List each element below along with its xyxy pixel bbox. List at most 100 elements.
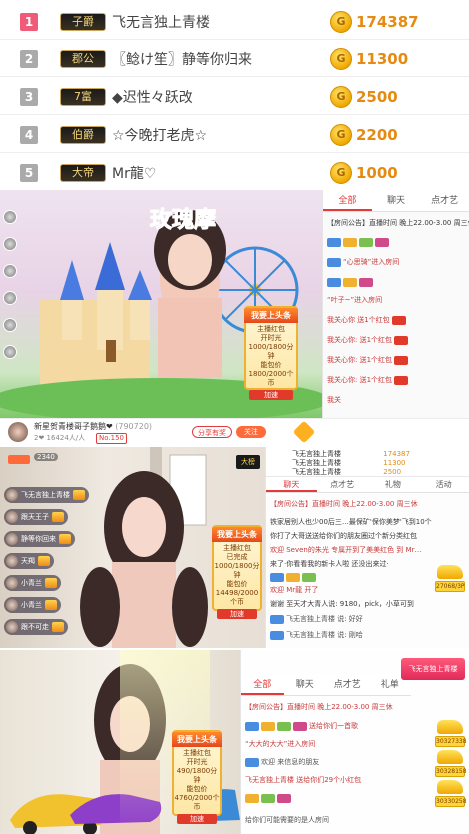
tab-events[interactable]: 活动	[418, 477, 469, 492]
chat-text: 给你们可能需要的是人房间	[245, 816, 329, 824]
noble-badge: 大帝	[60, 164, 106, 182]
headline-gift-card[interactable]: 我要上头条 主播红包 已完成 1000/1800分钟 能包价 14498/200…	[212, 525, 262, 619]
tab-all[interactable]: 全部	[241, 674, 284, 695]
avatar[interactable]	[8, 422, 28, 442]
chat-message: 欢迎 来信息的朋友	[245, 756, 319, 768]
medal-icon	[343, 277, 357, 287]
user-name: Mr龍♡	[112, 166, 157, 182]
viewer-avatar[interactable]	[3, 291, 17, 305]
medal-icon	[286, 572, 300, 582]
chat-text: 送给你们一首歌	[309, 722, 358, 730]
rank-number: 1	[20, 13, 38, 31]
viewer-avatar[interactable]	[3, 237, 17, 251]
live-room-panel-3: 我要上头条 主播红包 开时光 490/1800分钟 能包价 4760/2000个…	[0, 650, 469, 834]
gift-score: 2500	[356, 88, 398, 106]
viewer-avatar[interactable]	[3, 264, 17, 278]
gift-card-line: 1800/2000个币	[248, 370, 294, 387]
gift-icon	[45, 600, 57, 610]
tab-talent[interactable]: 点才艺	[326, 674, 369, 695]
tab-all[interactable]: 全部	[323, 190, 372, 211]
streamer-name: 新星贺青楼哥子鹅鹅❤ (790720)	[34, 422, 153, 431]
user-level-icon	[245, 721, 259, 731]
car-value-tag: 30328158	[435, 766, 467, 777]
viewer-avatar[interactable]	[3, 318, 17, 332]
gift-card-line: 14498/2000个币	[215, 589, 259, 606]
mini-leaderboard: 飞无言独上青楼 174387 飞无言独上青楼 11300 飞无言独上青楼 250…	[266, 447, 469, 477]
leaderboard-row[interactable]: 4 伯爵 ☆今晚打老虎☆ G 2200	[0, 117, 469, 153]
user-level-icon	[327, 257, 341, 267]
chat-text: 我关心你: 送1个红包	[327, 356, 393, 364]
live-tag	[8, 455, 30, 464]
user-name: 〖鲶け笙〗静等你归来	[112, 52, 252, 68]
chat-message	[245, 792, 291, 804]
red-packet-icon	[394, 375, 409, 385]
tab-talent[interactable]: 点才艺	[317, 477, 368, 492]
noble-badge: 7富	[60, 88, 106, 106]
user-level-icon	[327, 237, 341, 247]
follow-button[interactable]: 关注	[236, 426, 266, 438]
medal-icon	[245, 793, 259, 803]
chat-text: “大大的大大”进入房间	[245, 740, 316, 748]
rank-row[interactable]: 飞无言独上青楼 2500	[292, 467, 401, 477]
chat-message: 谢谢 至天才大青人说: 9180，pick，小草可到	[270, 600, 414, 608]
car-icon	[437, 750, 463, 764]
leaderboard-row[interactable]: 5 大帝 Mr龍♡ G 1000	[0, 155, 469, 191]
boost-button[interactable]: 加速	[249, 390, 293, 400]
user-name: ◆迟性々跃改	[112, 90, 193, 106]
gift-bubble: 天羯	[4, 553, 54, 569]
viewer-avatar[interactable]	[3, 210, 17, 224]
medal-icon	[302, 572, 316, 582]
viewer-avatar[interactable]	[3, 345, 17, 359]
share-button[interactable]: 分享有奖	[192, 426, 232, 438]
fans-count: 2❤ 16424人/人	[34, 434, 86, 442]
chat-text: 我关	[327, 396, 341, 404]
chat-message: 我关心你: 送1个红包	[327, 374, 409, 386]
chat-text: “心思骑”进入房间	[343, 258, 400, 266]
gift-card-line: 主播红包	[183, 749, 211, 757]
chat-message: 飞无言独上青楼 说: 好好	[270, 613, 363, 625]
user-name: ☆今晚打老虎☆	[112, 128, 208, 144]
noble-badge: 子爵	[60, 13, 106, 31]
leaderboard-row[interactable]: 2 郡公 〖鲶け笙〗静等你归来 G 11300	[0, 41, 469, 77]
video-stream[interactable]: 玫瑰摩 我要上头条 主播红包 开时光 1000/1800分钟 能包价 1800/…	[0, 190, 322, 418]
gift-card-line: 4760/2000个币	[174, 794, 220, 811]
fans-badge[interactable]: 大榜	[236, 455, 260, 469]
chat-text: 飞无言独上青楼 说: 刚哈	[286, 631, 363, 639]
gift-card-title: 我要上头条	[172, 732, 222, 747]
chat-panel: 全部 聊天 点才艺 【房间公告】直播时间 晚上22.00-3.00 周三休 “心…	[322, 190, 469, 418]
user-name: 飞无言独上青楼	[112, 15, 210, 31]
user-level-icon	[245, 757, 259, 767]
tab-chat[interactable]: 聊天	[266, 477, 317, 492]
chat-message: 飞无言独上青楼 说: 刚哈	[270, 629, 363, 641]
video-stream[interactable]: 2340 飞无言独上青楼 跟天王子 静等你回来 天羯 小青兰 小青兰 跟不可走 …	[0, 447, 265, 648]
overlay-title: 玫瑰摩	[149, 208, 217, 234]
avatar	[6, 511, 18, 523]
boost-button[interactable]: 加速	[217, 609, 257, 619]
chat-text: “叶子~”进入房间	[327, 296, 383, 304]
tab-gifts[interactable]: 礼物	[368, 477, 419, 492]
chat-message: 送给你们一首歌	[245, 720, 358, 732]
coin-icon: G	[330, 11, 352, 33]
gift-card-line: 能包价	[226, 580, 248, 588]
car-value-tag: 30330258	[435, 796, 467, 807]
gift-card-line: 1000/1800分钟	[214, 562, 260, 579]
gift-bubble: 跟天王子	[4, 509, 68, 525]
noble-badge: 伯爵	[60, 126, 106, 144]
room-notice: 【房间公告】直播时间 晚上22.00-3.00 周三休	[270, 500, 418, 508]
leaderboard-row[interactable]: 3 7富 ◆迟性々跃改 G 2500	[0, 79, 469, 115]
gift-box-icon[interactable]	[292, 420, 316, 444]
chat-message	[327, 236, 389, 248]
gift-bubble: 静等你回来	[4, 531, 75, 547]
tab-chat[interactable]: 聊天	[372, 190, 421, 211]
level-badge: No.150	[96, 433, 127, 444]
headline-gift-card[interactable]: 我要上头条 主播红包 开时光 490/1800分钟 能包价 4760/2000个…	[172, 730, 222, 824]
leaderboard-row[interactable]: 1 子爵 飞无言独上青楼 G 174387	[0, 4, 469, 40]
gift-score: 11300	[356, 50, 409, 68]
top-gifter-banner[interactable]: 飞无言独上青楼	[401, 658, 465, 680]
rank-number: 2	[20, 50, 38, 68]
tab-talent[interactable]: 点才艺	[420, 190, 469, 211]
headline-gift-card[interactable]: 我要上头条 主播红包 开时光 1000/1800分钟 能包价 1800/2000…	[244, 306, 298, 400]
tab-chat[interactable]: 聊天	[284, 674, 327, 695]
video-stream[interactable]: 我要上头条 主播红包 开时光 490/1800分钟 能包价 4760/2000个…	[0, 650, 240, 834]
boost-button[interactable]: 加速	[177, 814, 217, 824]
